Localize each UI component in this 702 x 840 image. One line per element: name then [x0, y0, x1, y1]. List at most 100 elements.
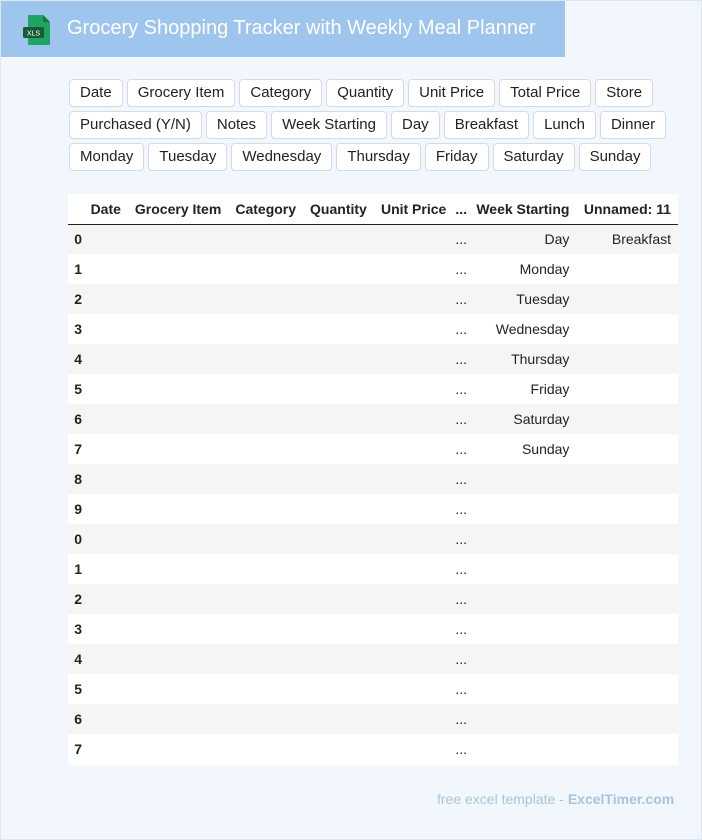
table-cell[interactable]	[303, 224, 374, 254]
column-chip[interactable]: Saturday	[492, 143, 575, 171]
column-header[interactable]	[68, 194, 82, 225]
table-cell[interactable]	[82, 524, 128, 554]
table-cell[interactable]	[127, 734, 229, 764]
column-chip[interactable]: Dinner	[599, 111, 667, 139]
column-header[interactable]: Unit Price	[373, 194, 454, 225]
table-cell[interactable]	[373, 734, 454, 764]
table-cell[interactable]	[303, 734, 374, 764]
table-cell[interactable]	[127, 554, 229, 584]
table-cell[interactable]	[228, 524, 304, 554]
table-cell[interactable]	[373, 224, 454, 254]
table-cell[interactable]	[576, 374, 678, 404]
column-header[interactable]: Date	[82, 194, 128, 225]
table-cell[interactable]	[127, 224, 229, 254]
row-index-cell[interactable]: 2	[68, 284, 82, 314]
column-chip[interactable]: Friday	[424, 143, 489, 171]
table-cell[interactable]	[469, 704, 577, 734]
table-cell[interactable]	[373, 434, 454, 464]
row-index-cell[interactable]: 5	[68, 674, 82, 704]
table-cell[interactable]: ...	[453, 254, 470, 284]
column-chip[interactable]: Week Starting	[271, 111, 387, 139]
table-cell[interactable]	[82, 374, 128, 404]
table-cell[interactable]	[228, 704, 304, 734]
row-index-cell[interactable]: 1	[68, 554, 82, 584]
column-header[interactable]: Category	[228, 194, 304, 225]
column-chip[interactable]: Total Price	[499, 79, 592, 107]
table-cell[interactable]	[228, 584, 304, 614]
table-cell[interactable]: ...	[453, 704, 470, 734]
table-cell[interactable]	[469, 584, 577, 614]
column-chip[interactable]: Monday	[69, 143, 145, 171]
table-cell[interactable]	[127, 704, 229, 734]
table-cell[interactable]	[373, 464, 454, 494]
column-chip[interactable]: Date	[69, 79, 123, 107]
table-cell[interactable]	[303, 494, 374, 524]
table-cell[interactable]	[303, 584, 374, 614]
table-cell[interactable]: ...	[453, 224, 470, 254]
table-cell[interactable]	[228, 224, 304, 254]
column-chip[interactable]: Notes	[205, 111, 268, 139]
row-index-cell[interactable]: 7	[68, 434, 82, 464]
table-cell[interactable]	[576, 404, 678, 434]
row-index-cell[interactable]: 4	[68, 644, 82, 674]
column-chip[interactable]: Purchased (Y/N)	[69, 111, 202, 139]
table-cell[interactable]: ...	[453, 554, 470, 584]
row-index-cell[interactable]: 4	[68, 344, 82, 374]
table-cell[interactable]: ...	[453, 344, 470, 374]
table-cell[interactable]: Wednesday	[469, 314, 577, 344]
table-cell[interactable]	[127, 314, 229, 344]
table-cell[interactable]	[228, 464, 304, 494]
table-cell[interactable]: ...	[453, 464, 470, 494]
column-chip[interactable]: Grocery Item	[126, 79, 236, 107]
table-cell[interactable]	[373, 584, 454, 614]
table-cell[interactable]	[127, 284, 229, 314]
data-table-container[interactable]: Date Grocery Item Category Quantity Unit Pri…	[68, 194, 678, 765]
table-cell[interactable]	[82, 734, 128, 764]
table-cell[interactable]	[82, 404, 128, 434]
table-cell[interactable]	[576, 464, 678, 494]
table-cell[interactable]: ...	[453, 734, 470, 764]
table-cell[interactable]	[303, 434, 374, 464]
column-chip[interactable]: Lunch	[533, 111, 596, 139]
table-cell[interactable]	[82, 704, 128, 734]
table-cell[interactable]: Saturday	[469, 404, 577, 434]
table-cell[interactable]: ...	[453, 674, 470, 704]
table-cell[interactable]	[82, 644, 128, 674]
row-index-cell[interactable]: 0	[68, 224, 82, 254]
table-cell[interactable]	[82, 464, 128, 494]
row-index-cell[interactable]: 8	[68, 464, 82, 494]
table-cell[interactable]	[228, 284, 304, 314]
table-cell[interactable]	[303, 614, 374, 644]
row-index-cell[interactable]: 3	[68, 614, 82, 644]
table-cell[interactable]: ...	[453, 584, 470, 614]
table-cell[interactable]: Monday	[469, 254, 577, 284]
table-cell[interactable]	[82, 584, 128, 614]
table-cell[interactable]: ...	[453, 314, 470, 344]
table-cell[interactable]	[373, 614, 454, 644]
table-cell[interactable]	[82, 314, 128, 344]
table-cell[interactable]	[82, 284, 128, 314]
table-cell[interactable]	[373, 374, 454, 404]
row-index-cell[interactable]: 1	[68, 254, 82, 284]
table-cell[interactable]	[303, 704, 374, 734]
table-cell[interactable]	[576, 734, 678, 764]
table-cell[interactable]: ...	[453, 524, 470, 554]
row-index-cell[interactable]: 3	[68, 314, 82, 344]
table-cell[interactable]	[576, 284, 678, 314]
row-index-cell[interactable]: 6	[68, 404, 82, 434]
table-cell[interactable]	[373, 314, 454, 344]
table-cell[interactable]	[82, 344, 128, 374]
table-cell[interactable]	[228, 404, 304, 434]
table-cell[interactable]	[576, 704, 678, 734]
row-index-cell[interactable]: 9	[68, 494, 82, 524]
table-cell[interactable]	[576, 494, 678, 524]
table-cell[interactable]	[228, 674, 304, 704]
table-cell[interactable]	[127, 374, 229, 404]
column-header[interactable]: Grocery Item	[127, 194, 229, 225]
table-cell[interactable]	[228, 734, 304, 764]
table-cell[interactable]	[303, 674, 374, 704]
table-cell[interactable]	[373, 674, 454, 704]
column-header[interactable]: Week Starting	[469, 194, 577, 225]
table-cell[interactable]	[127, 404, 229, 434]
table-cell[interactable]	[373, 284, 454, 314]
